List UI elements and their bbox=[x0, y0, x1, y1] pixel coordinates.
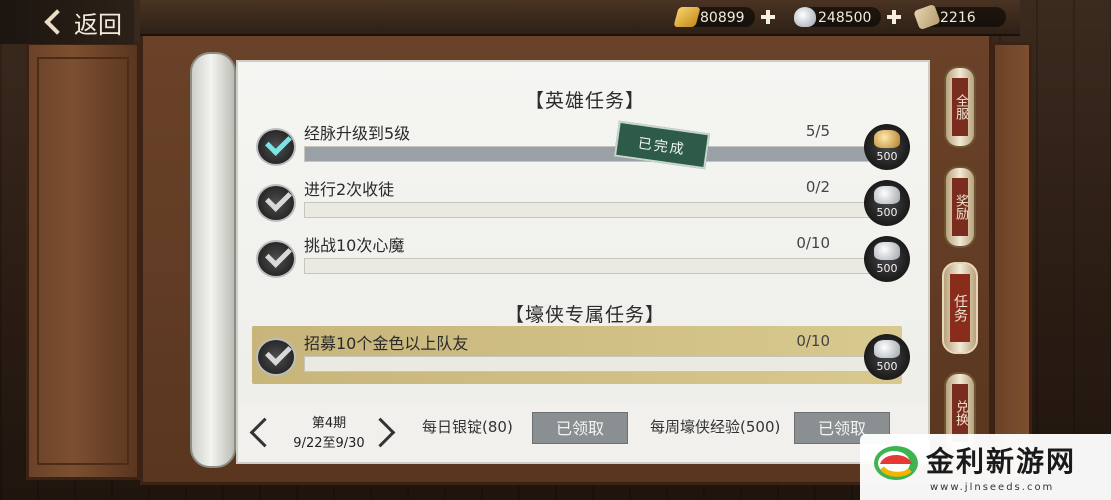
task-progress: 0/10 bbox=[796, 234, 830, 252]
weekly-exp-label: 每周壕侠经验(500) bbox=[650, 418, 781, 436]
task-progress: 0/2 bbox=[805, 178, 830, 196]
task-progress-bar bbox=[304, 356, 900, 372]
task-name: 经脉升级到5级 bbox=[304, 124, 411, 143]
task-name: 进行2次收徒 bbox=[304, 180, 395, 199]
check-icon bbox=[256, 240, 296, 278]
silver-resource: 248500 bbox=[794, 6, 902, 28]
task-progress-bar bbox=[304, 258, 900, 274]
silver-gem-icon bbox=[874, 186, 900, 204]
reward-amount: 500 bbox=[876, 206, 898, 219]
task-name: 招募10个金色以上队友 bbox=[304, 334, 469, 353]
task-progress: 0/10 bbox=[796, 332, 830, 350]
hero-tasks-title: 【英雄任务】 bbox=[524, 90, 645, 112]
daily-silver-label: 每日银锭(80) bbox=[422, 418, 513, 436]
silver-gem-icon bbox=[874, 242, 900, 260]
weekly-footer: 第4期 9/22至9/30 每日银锭(80) 已领取 每周壕侠经验(500) 已… bbox=[238, 404, 928, 462]
silver-ingot-icon bbox=[794, 7, 816, 27]
prev-period-chevron-icon[interactable] bbox=[249, 417, 280, 448]
watermark-text: 金利新游网 bbox=[926, 445, 1077, 478]
silver-gem-icon bbox=[874, 340, 900, 358]
tab-label: 全服 bbox=[952, 78, 968, 136]
task-progress-bar bbox=[304, 202, 900, 218]
gold-resource: 80899 bbox=[673, 6, 775, 28]
task-progress: 5/5 bbox=[805, 122, 830, 140]
watermark-logo-icon bbox=[874, 446, 918, 480]
add-gold-button[interactable] bbox=[760, 10, 775, 24]
task-name: 挑战10次心魔 bbox=[304, 236, 405, 255]
reward-badge[interactable]: 500 bbox=[864, 180, 910, 226]
reward-amount: 500 bbox=[876, 150, 898, 163]
reward-badge[interactable]: 500 bbox=[864, 124, 910, 170]
tab-server[interactable]: 全服 bbox=[944, 66, 976, 148]
task-row[interactable]: 挑战10次心魔 0/10 500 bbox=[252, 228, 910, 286]
gold-gem-icon bbox=[874, 130, 900, 148]
site-watermark: 金利新游网 www.jlnseeds.com bbox=[860, 434, 1111, 500]
period-number: 第4期 bbox=[311, 416, 347, 431]
daily-claim-button[interactable]: 已领取 bbox=[532, 412, 628, 444]
tab-rewards[interactable]: 奖励 bbox=[944, 166, 976, 248]
check-icon bbox=[256, 128, 296, 166]
back-button[interactable]: 返回 bbox=[0, 0, 134, 44]
task-row[interactable]: 招募10个金色以上队友 0/10 500 bbox=[252, 326, 910, 384]
period-dates: 9/22至9/30 bbox=[293, 436, 365, 451]
scroll-rod bbox=[190, 52, 236, 468]
check-icon bbox=[256, 184, 296, 222]
task-row[interactable]: 经脉升级到5级 5/5 500 bbox=[252, 116, 910, 174]
reward-amount: 500 bbox=[876, 360, 898, 373]
tab-label: 奖励 bbox=[952, 178, 968, 236]
tab-label: 任务 bbox=[950, 274, 970, 342]
reward-badge[interactable]: 500 bbox=[864, 334, 910, 380]
tab-tasks[interactable]: 任务 bbox=[942, 262, 978, 354]
reward-amount: 500 bbox=[876, 262, 898, 275]
add-silver-button[interactable] bbox=[887, 10, 902, 24]
scroll-resource: 2216 bbox=[913, 3, 1006, 31]
task-progress-bar bbox=[304, 146, 900, 162]
hero-exclusive-title: 【壕侠专属任务】 bbox=[504, 304, 665, 326]
left-cabinet-panel bbox=[26, 42, 140, 480]
back-arrow-icon bbox=[44, 9, 70, 35]
task-row[interactable]: 进行2次收徒 0/2 500 bbox=[252, 172, 910, 230]
back-label: 返回 bbox=[74, 10, 122, 39]
task-scroll-paper: 【英雄任务】 经脉升级到5级 5/5 500 已完成 进行2次收徒 0/2 50… bbox=[236, 60, 930, 464]
right-cabinet-panel bbox=[992, 42, 1032, 480]
check-icon bbox=[256, 338, 296, 376]
watermark-url: www.jlnseeds.com bbox=[930, 482, 1055, 493]
top-resource-bar: 80899 248500 2216 bbox=[140, 0, 1020, 36]
reward-badge[interactable]: 500 bbox=[864, 236, 910, 282]
